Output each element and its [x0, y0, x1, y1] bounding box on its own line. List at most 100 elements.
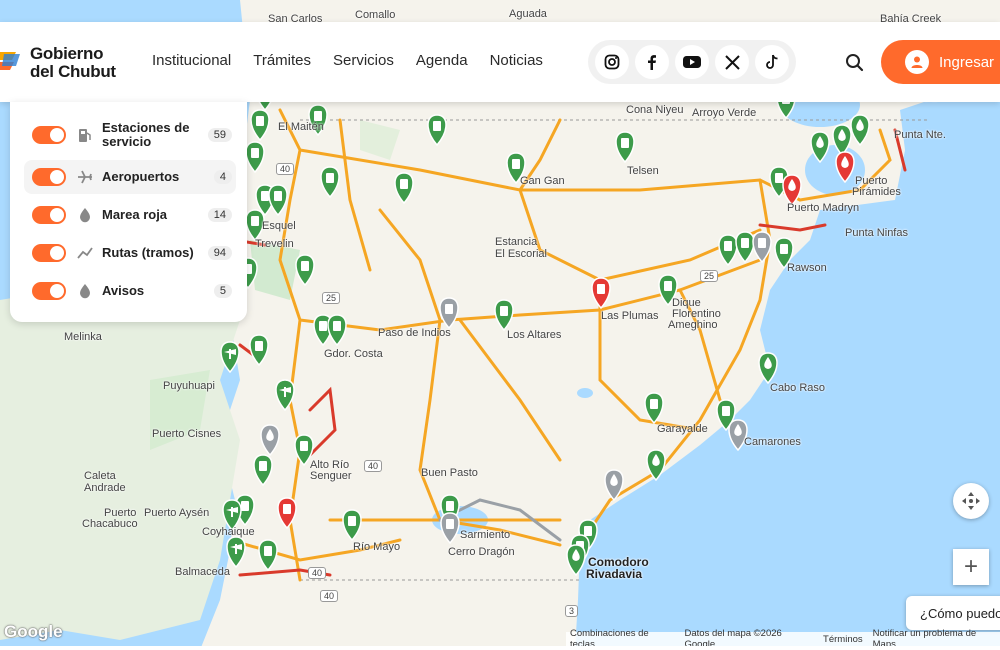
layer-toggle[interactable]	[32, 244, 66, 262]
layers-panel: Estaciones de servicio 59 Aeropuertos 4 …	[10, 102, 247, 322]
place-label: Cerro Dragón	[448, 546, 515, 558]
place-label: Gdor. Costa	[324, 348, 383, 360]
chat-help-button[interactable]: ¿Cómo puedo	[906, 596, 1000, 630]
tiktok-icon[interactable]	[755, 45, 789, 79]
layer-marea-roja[interactable]: Marea roja 14	[24, 198, 236, 232]
route-icon	[76, 244, 94, 262]
login-button[interactable]: Ingresar	[881, 40, 1000, 84]
place-label: Aguada	[509, 8, 547, 20]
nav-agenda[interactable]: Agenda	[416, 52, 468, 69]
map-attribution: Combinaciones de teclas Datos del mapa ©…	[566, 628, 1000, 650]
instagram-icon[interactable]	[595, 45, 629, 79]
place-label: Río Mayo	[353, 541, 401, 553]
place-label: Las Plumas	[601, 310, 659, 322]
route-shield: 40	[364, 460, 383, 472]
facebook-icon[interactable]	[635, 45, 669, 79]
fuel-icon	[76, 126, 94, 144]
layer-count: 5	[213, 284, 232, 298]
layer-avisos[interactable]: Avisos 5	[24, 274, 236, 308]
layer-count: 4	[213, 170, 232, 184]
place-label: Trevelin	[255, 238, 294, 250]
place-label: Sarmiento	[460, 529, 511, 541]
place-label: Andrade	[84, 482, 126, 494]
user-icon	[905, 50, 929, 74]
place-label: Puerto Cisnes	[152, 428, 222, 440]
layer-toggle[interactable]	[32, 206, 66, 224]
search-icon[interactable]	[842, 50, 868, 76]
place-label: Esquel	[262, 220, 296, 232]
layer-toggle[interactable]	[32, 126, 66, 144]
nav-tramites[interactable]: Trámites	[253, 52, 311, 69]
place-label: Puerto Madryn	[787, 202, 860, 214]
place-label: Melinka	[64, 331, 102, 343]
drop-icon	[76, 206, 94, 224]
place-label: El Escorial	[495, 248, 547, 260]
place-label: Caleta	[84, 470, 116, 482]
place-label: Rivadavia	[586, 567, 643, 581]
place-label: El Maitén	[278, 121, 324, 133]
nav-noticias[interactable]: Noticias	[490, 52, 543, 69]
layer-name: Aeropuertos	[102, 169, 180, 184]
layer-name: Avisos	[102, 283, 145, 298]
bottom-strip	[0, 646, 1000, 650]
x-icon[interactable]	[715, 45, 749, 79]
route-shield: 40	[320, 590, 339, 602]
layer-name: Marea roja	[102, 207, 168, 222]
layer-aeropuertos[interactable]: Aeropuertos 4	[24, 160, 236, 194]
terms-link[interactable]: Términos	[823, 634, 863, 645]
place-label: Puerto Aysén	[144, 507, 210, 519]
route-shield: 40	[308, 567, 327, 579]
move-icon	[962, 492, 980, 510]
route-shield: 25	[322, 292, 341, 304]
layer-toggle[interactable]	[32, 282, 66, 300]
logo[interactable]: Gobierno del Chubut	[0, 42, 130, 82]
place-label: Ameghino	[668, 319, 718, 331]
google-logo: Google	[4, 622, 63, 641]
drop-icon	[76, 282, 94, 300]
layer-toggle[interactable]	[32, 168, 66, 186]
youtube-icon[interactable]	[675, 45, 709, 79]
place-label: Rawson	[787, 262, 827, 274]
place-label: Coyhaique	[202, 526, 255, 538]
layer-count: 14	[207, 208, 232, 222]
place-label: Comallo	[355, 9, 396, 21]
route-shield: 40	[276, 163, 295, 175]
layer-count: 59	[207, 128, 232, 142]
place-label: Senguer	[310, 470, 352, 482]
place-label: Cabo Raso	[770, 382, 826, 394]
place-label: Arroyo Verde	[692, 107, 757, 119]
place-label: Punta Nte.	[894, 129, 946, 141]
social-links	[588, 40, 796, 84]
place-label: Gan Gan	[520, 175, 565, 187]
place-label: Punta Ninfas	[845, 227, 908, 239]
logo-text: Gobierno del Chubut	[30, 44, 116, 81]
place-label: Cona Niyeu	[626, 104, 684, 116]
place-label: Garayalde	[657, 423, 708, 435]
logo-mark-icon	[0, 52, 20, 70]
pan-control[interactable]	[953, 483, 989, 519]
place-label: Chacabuco	[82, 518, 138, 530]
nav-servicios[interactable]: Servicios	[333, 52, 394, 69]
main-nav: Institucional Trámites Servicios Agenda …	[152, 52, 543, 69]
nav-institucional[interactable]: Institucional	[152, 52, 231, 69]
layer-name: Rutas (tramos)	[102, 245, 194, 260]
place-label: Camarones	[744, 436, 801, 448]
login-label: Ingresar	[939, 53, 995, 71]
place-label: Estancia	[495, 236, 538, 248]
layer-rutas[interactable]: Rutas (tramos) 94	[24, 236, 236, 270]
zoom-in-button[interactable]: +	[953, 549, 989, 585]
site-header: Gobierno del Chubut Institucional Trámit…	[0, 22, 1000, 102]
layer-estaciones[interactable]: Estaciones de servicio 59	[24, 118, 236, 152]
airplane-icon	[76, 168, 94, 186]
place-label: Buen Pasto	[421, 467, 478, 479]
route-shield: 25	[700, 270, 719, 282]
place-label: Puyuhuapi	[163, 380, 215, 392]
route-shield: 3	[565, 605, 579, 617]
layer-count: 94	[207, 246, 232, 260]
place-label: Pirámides	[852, 186, 901, 198]
place-label: Paso de Indios	[378, 327, 451, 339]
layer-name: Estaciones de servicio	[102, 120, 190, 149]
place-label: Balmaceda	[175, 566, 231, 578]
place-label: Los Altares	[507, 329, 562, 341]
place-label: Telsen	[627, 165, 659, 177]
